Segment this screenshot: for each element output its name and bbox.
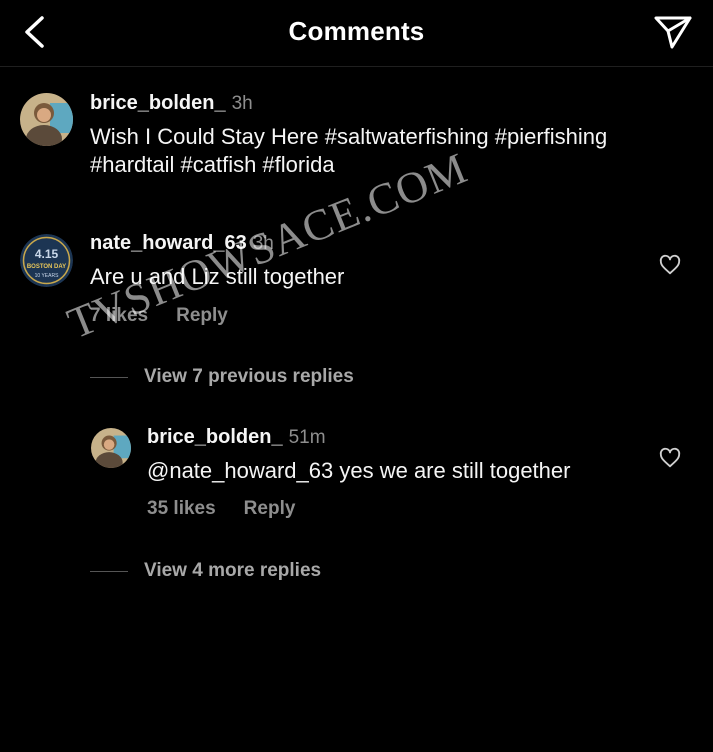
divider-line — [90, 376, 128, 378]
caption-username[interactable]: brice_bolden_ — [90, 92, 226, 114]
avatar[interactable]: 4.15 BOSTON DAY 10 YEARS — [20, 234, 73, 287]
heart-icon[interactable] — [659, 254, 681, 276]
share-button[interactable] — [651, 10, 695, 54]
comment-reply-button[interactable]: Reply — [176, 305, 228, 326]
reply-reply-button[interactable]: Reply — [244, 498, 296, 519]
comment-text: Are u and Liz still together — [90, 264, 345, 289]
comment-likes[interactable]: 7 likes — [90, 305, 148, 326]
reply-text: @nate_howard_63 yes we are still togethe… — [147, 458, 571, 483]
view-more-label: View 4 more replies — [144, 560, 322, 581]
view-more-replies[interactable]: View 4 more replies — [90, 560, 321, 582]
reply-actions: 35 likes Reply — [147, 498, 295, 520]
page-title: Comments — [288, 16, 425, 46]
caption-meta: brice_bolden_ 3h — [90, 92, 253, 115]
paper-plane-icon — [654, 16, 692, 49]
comments-header: Comments — [0, 0, 713, 67]
view-previous-label: View 7 previous replies — [144, 366, 354, 387]
avatar[interactable] — [91, 428, 131, 468]
reply-username[interactable]: brice_bolden_ — [147, 426, 283, 448]
comment-username[interactable]: nate_howard_63 — [90, 232, 247, 254]
comment-time: 3h — [252, 233, 274, 254]
view-previous-replies[interactable]: View 7 previous replies — [90, 366, 354, 388]
caption-time: 3h — [231, 93, 253, 114]
avatar-badge-top: 4.15 — [35, 247, 59, 261]
reply-likes[interactable]: 35 likes — [147, 498, 216, 519]
caption-text: Wish I Could Stay Here #saltwaterfishing… — [90, 124, 608, 177]
reply-time: 51m — [288, 427, 326, 448]
comment-actions: 7 likes Reply — [90, 305, 228, 327]
divider-line — [90, 570, 128, 572]
avatar-badge-bottom: 10 YEARS — [35, 273, 59, 279]
avatar-badge-mid: BOSTON DAY — [27, 264, 66, 270]
reply-meta: brice_bolden_ 51m — [147, 426, 326, 449]
avatar[interactable] — [20, 93, 73, 146]
heart-icon[interactable] — [659, 447, 681, 469]
comment-meta: nate_howard_63 3h — [90, 232, 274, 255]
